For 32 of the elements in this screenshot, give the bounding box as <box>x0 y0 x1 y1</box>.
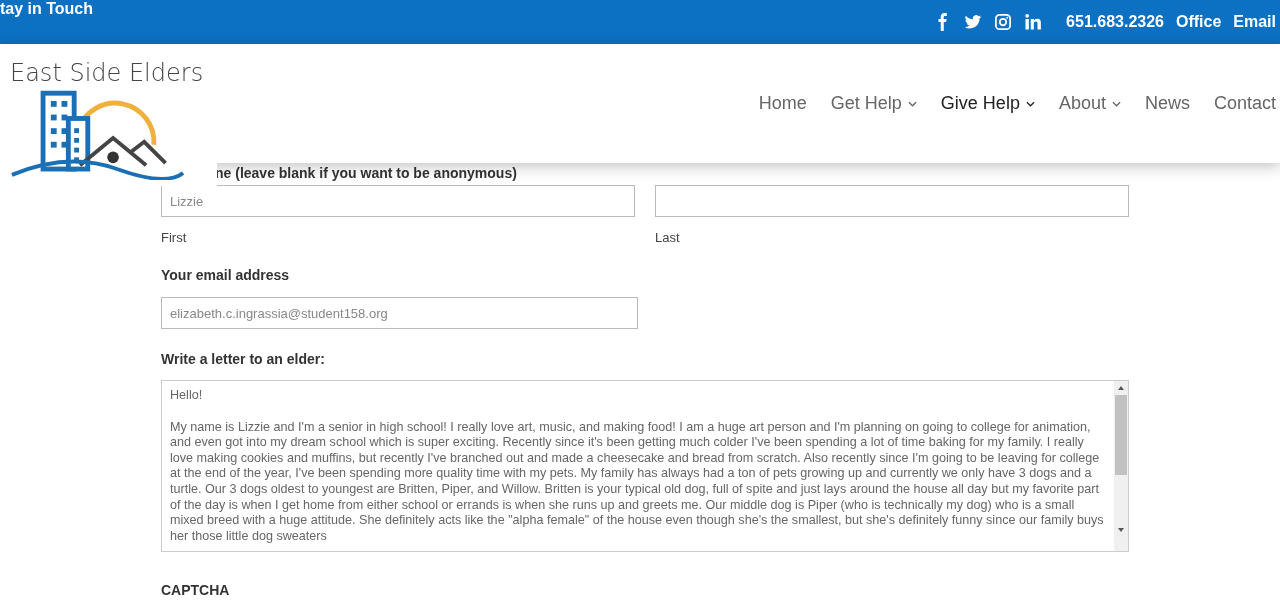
first-name-field[interactable]: Lizzie <box>161 185 635 217</box>
tagline: tay in Touch <box>0 0 94 19</box>
last-name-field[interactable] <box>655 185 1129 217</box>
field-label: CAPTCHA <box>161 582 231 598</box>
nav-link[interactable]: Get Help <box>830 93 917 114</box>
nav-link[interactable]: News <box>1144 93 1190 114</box>
instagram-icon[interactable] <box>994 13 1013 31</box>
email-field[interactable]: elizabeth.c.ingrassia@student158.org <box>161 297 638 329</box>
caret-icon <box>1025 100 1035 107</box>
top-bar-link[interactable]: 651.683.2326 <box>1066 13 1164 31</box>
top-bar-link[interactable]: Email <box>1233 13 1276 31</box>
field-caption: Last <box>655 230 681 245</box>
letter-text: My name is Lizzie and I'm a senior in high school! I really love art, music, and making food! I am a huge art person and I'm planning on going to college for animation, and even got into my dream school which is super exciting. Recently since it's been getting much colder I've been spending a lot of time baking for my family. I really love making cookies and muffins, but recently I've branched out and made a cheesecake and bread from scratch. Also recently since I'm going to be leaving for college at the end of the year, I've been spending more quality time with my pets. My family has always had a ton of pets growing up and currently we only have 3 dogs and a turtle. Our 3 dogs oldest to youngest are Britten, Piper, and Willow. Britten is your typical old dog, full of spite and just lays around the house all day but my favorite part of the day is when I get home from either school or errands is when she runs up and greets me. Our middle dog is Piper (who is technically my dog) who is a small mixed breed with a huge attitude. She definitely acts like the "alpha female" of the house even though she's the smallest, but she's definitely funny since our family buys her those little dog sweaters <box>170 419 1105 545</box>
twitter-icon[interactable] <box>964 13 983 31</box>
caret-icon <box>907 100 917 107</box>
field-caption: First <box>161 230 188 245</box>
scrollbar[interactable] <box>1114 381 1128 551</box>
nav-link[interactable]: Contact <box>1213 93 1276 114</box>
field-label: Your email address <box>161 267 291 283</box>
letter-field[interactable] <box>161 380 1129 552</box>
nav-link[interactable]: About <box>1058 93 1121 114</box>
nav-link[interactable]: Give Help <box>940 93 1035 114</box>
logo-drawing[interactable] <box>10 90 185 180</box>
scroll-up-icon[interactable] <box>1117 385 1125 391</box>
field-label: Write a letter to an elder: <box>161 351 326 367</box>
linkedin-icon[interactable] <box>1024 13 1043 31</box>
caret-icon <box>1111 100 1121 107</box>
logo-text[interactable]: East Side Elders <box>10 58 204 88</box>
letter-text: Hello! <box>170 388 204 404</box>
scroll-down-icon[interactable] <box>1117 527 1125 533</box>
nav-link[interactable]: Home <box>758 93 807 114</box>
top-bar-link[interactable]: Office <box>1175 13 1222 31</box>
